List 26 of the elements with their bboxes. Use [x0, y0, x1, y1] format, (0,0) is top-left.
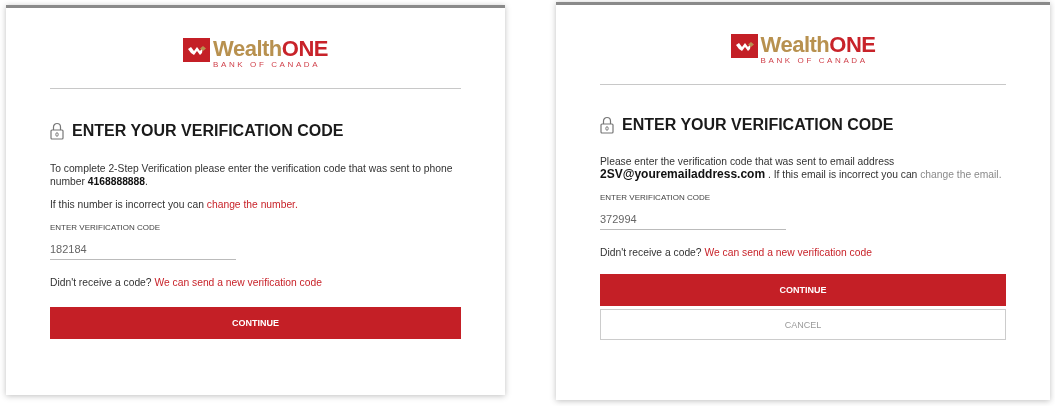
field-label: ENTER VERIFICATION CODE [600, 193, 712, 202]
continue-button[interactable]: CONTINUE [600, 274, 1006, 306]
code-input[interactable]: 372994 [600, 211, 786, 230]
brand-name: WealthONE [213, 38, 328, 60]
message-text: To complete 2-Step Verification please enter the verification code that was sent to phone number 4168888888. [50, 162, 454, 188]
resend-text: Didn't receive a code? We can send a new verification code [50, 276, 323, 289]
page-title: ENTER YOUR VERIFICATION CODE [72, 122, 344, 140]
lock-icon [50, 122, 64, 140]
resend-text: Didn't receive a code? We can send a new verification code [600, 246, 873, 259]
cancel-button[interactable]: CANCEL [600, 309, 1006, 340]
continue-button[interactable]: CONTINUE [50, 307, 461, 339]
brand-name: WealthONE [760, 34, 876, 56]
resend-link[interactable]: We can send a new verification code [154, 277, 322, 288]
change-link[interactable]: change the number. [206, 199, 298, 210]
resend-link[interactable]: We can send a new verification code [704, 247, 872, 258]
logo-icon [183, 38, 211, 62]
logo-icon [730, 34, 758, 58]
brand-tagline: BANK OF CANADA [760, 56, 868, 65]
brand-tagline: BANK OF CANADA [213, 60, 321, 69]
lock-icon [600, 116, 614, 134]
field-label: ENTER VERIFICATION CODE [50, 223, 162, 232]
change-link[interactable]: change the email. [920, 169, 1002, 180]
message-text: If this number is incorrect you can change the number. [50, 198, 299, 211]
page-title: ENTER YOUR VERIFICATION CODE [622, 116, 894, 134]
message-text: Please enter the verification code that was sent to email address 2SV@youremailaddress.com . If this email is incorrect you can change the email. [600, 155, 1003, 181]
code-input[interactable]: 182184 [50, 241, 236, 260]
